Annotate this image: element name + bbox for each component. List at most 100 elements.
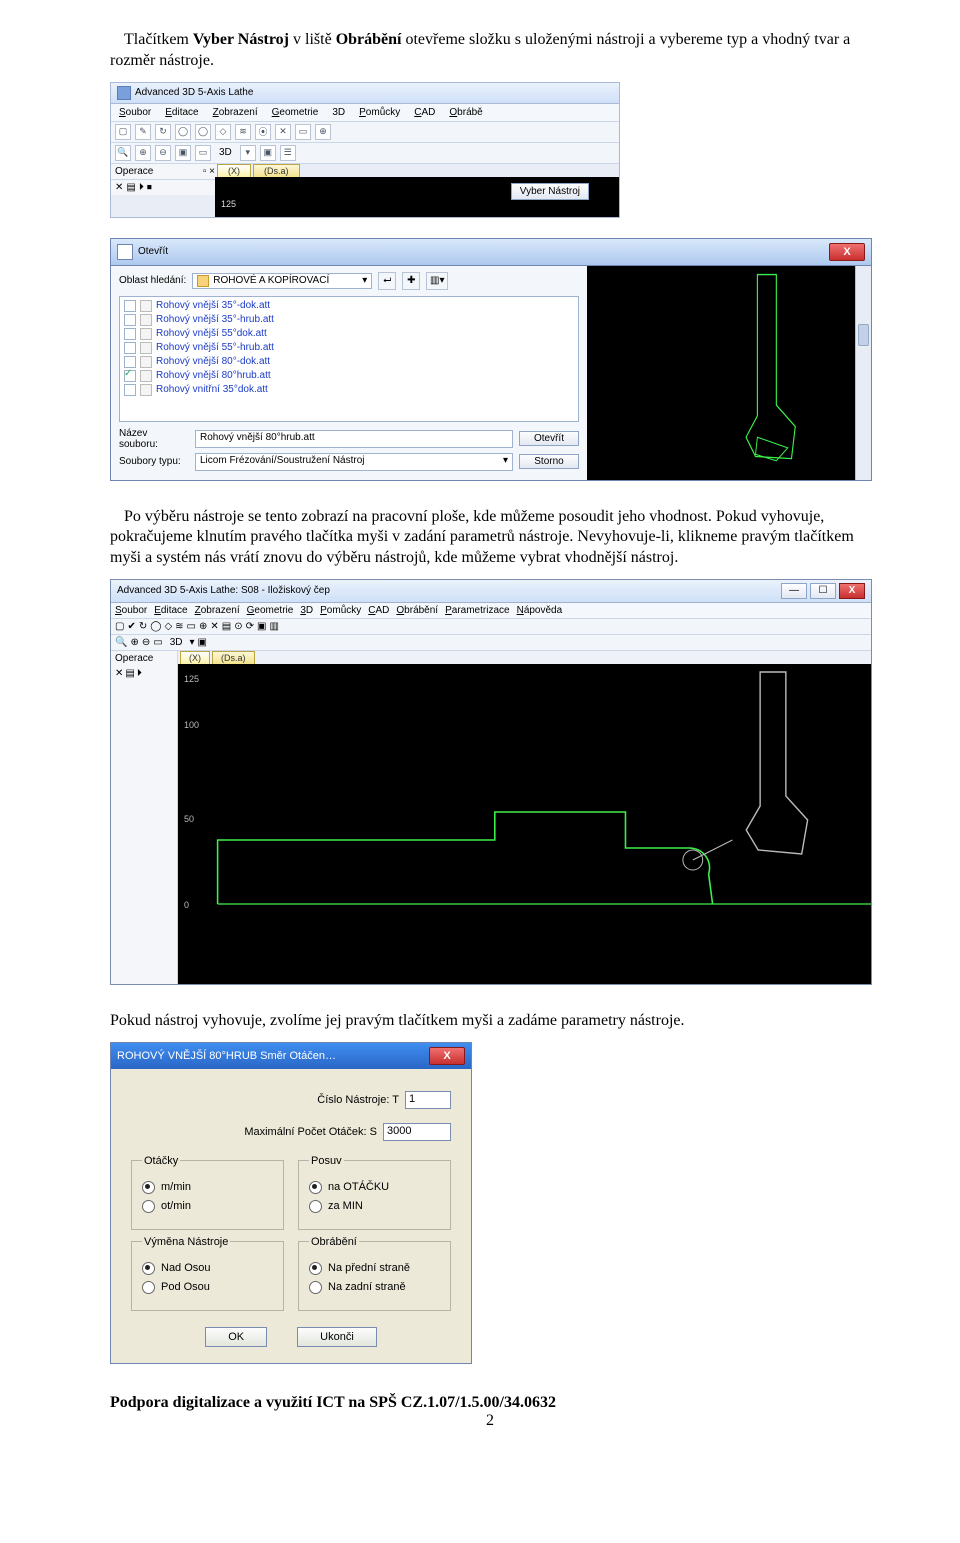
cancel-button[interactable]: Storno xyxy=(519,454,579,469)
radio-za-min[interactable]: za MIN xyxy=(309,1200,440,1213)
tool-icon[interactable]: ▢ xyxy=(115,124,131,140)
tool-icon[interactable]: ⊖ xyxy=(155,145,171,161)
tool-icon[interactable]: ▭ xyxy=(295,124,311,140)
tool-icon[interactable]: ▭ xyxy=(153,637,162,648)
tool-icon[interactable]: ▢ xyxy=(115,621,124,632)
file-list[interactable]: Rohový vnější 35°-dok.att Rohový vnější … xyxy=(119,296,579,422)
radio-zadni[interactable]: Na zadní straně xyxy=(309,1281,440,1294)
close-button[interactable]: X xyxy=(829,243,865,261)
tool-icon[interactable]: ↻ xyxy=(139,621,147,632)
menu-item[interactable]: 3D xyxy=(300,605,313,616)
new-folder-icon[interactable]: ✚ xyxy=(402,272,420,290)
tab-dsa[interactable]: (Ds.a) xyxy=(212,651,255,664)
tool-icon[interactable]: ▣ xyxy=(198,637,207,648)
menu-item[interactable]: Parametrizace xyxy=(445,605,509,616)
tool-icon[interactable]: ▭ xyxy=(187,621,196,632)
tab-x[interactable]: (X) xyxy=(217,164,251,177)
tool-icon[interactable]: ◇ xyxy=(164,621,172,632)
tool-icon[interactable]: ✕ xyxy=(210,621,218,632)
menu-bar[interactable]: Soubor Editace Zobrazení Geometrie 3D Po… xyxy=(111,104,619,122)
ok-button[interactable]: OK xyxy=(205,1327,267,1347)
filename-input[interactable]: Rohový vnější 80°hrub.att xyxy=(195,430,513,448)
tool-icon[interactable]: ▾ xyxy=(189,637,194,648)
tool-icon[interactable]: ◯ xyxy=(150,621,161,632)
menu-zobrazeni[interactable]: Zobrazení xyxy=(209,106,262,119)
viewport[interactable]: 125 100 50 0 xyxy=(178,664,871,984)
close-button[interactable]: X xyxy=(839,583,865,599)
op-icon[interactable]: ✕ xyxy=(115,182,123,193)
tool-number-input[interactable]: 1 xyxy=(405,1091,451,1109)
filetype-combo[interactable]: Licom Frézování/Soustružení Nástroj▾ xyxy=(195,453,513,471)
op-icon[interactable]: ⏹ xyxy=(147,182,152,193)
tool-icon[interactable]: ⟳ xyxy=(246,621,254,632)
preview-scrollbar[interactable] xyxy=(855,266,871,480)
zoom-icon[interactable]: 🔍 xyxy=(115,145,131,161)
checkbox[interactable] xyxy=(124,328,136,340)
open-button[interactable]: Otevřít xyxy=(519,431,579,446)
tool-icon[interactable]: ▤ xyxy=(222,621,231,632)
tab-dsa[interactable]: (Ds.a) xyxy=(253,164,300,177)
menu-item[interactable]: Geometrie xyxy=(247,605,294,616)
tool-icon[interactable]: ⊕ xyxy=(199,621,207,632)
max-rpm-input[interactable]: 3000 xyxy=(383,1123,451,1141)
radio-nad-osou[interactable]: Nad Osou xyxy=(142,1262,273,1275)
menu-item[interactable]: CAD xyxy=(368,605,389,616)
up-folder-icon[interactable]: ⮠ xyxy=(378,272,396,290)
menu-item[interactable]: Obrábění xyxy=(396,605,438,616)
radio-na-otacku[interactable]: na OTÁČKU xyxy=(309,1181,440,1194)
folder-combo[interactable]: ROHOVÉ A KOPÍROVACÍ ▾ xyxy=(192,273,372,289)
tool-icon[interactable]: ▾ xyxy=(240,145,256,161)
op-icon[interactable]: ⏵ xyxy=(139,182,144,193)
tool-icon[interactable]: ≋ xyxy=(175,621,183,632)
tool-icon[interactable]: ⦿ xyxy=(255,124,271,140)
menu-geometrie[interactable]: Geometrie xyxy=(268,106,323,119)
tool-icon[interactable]: ◯ xyxy=(175,124,191,140)
menu-item[interactable]: Editace xyxy=(154,605,187,616)
tool-icon[interactable]: ▣ xyxy=(175,145,191,161)
tool-icon[interactable]: ▥ xyxy=(269,621,278,632)
maximize-button[interactable]: ☐ xyxy=(810,583,836,599)
cancel-button[interactable]: Ukonči xyxy=(297,1327,377,1347)
tool-icon[interactable]: ☰ xyxy=(280,145,296,161)
op-icon[interactable]: ▤ xyxy=(125,668,134,679)
tool-icon[interactable]: ≋ xyxy=(235,124,251,140)
view-icon[interactable]: ▥▾ xyxy=(426,272,448,290)
minimize-button[interactable]: — xyxy=(781,583,807,599)
menu-soubor[interactable]: Soubor xyxy=(115,106,155,119)
radio-pod-osou[interactable]: Pod Osou xyxy=(142,1281,273,1294)
tool-icon[interactable]: ◯ xyxy=(195,124,211,140)
checkbox[interactable] xyxy=(124,314,136,326)
checkbox[interactable] xyxy=(124,300,136,312)
tool-icon[interactable]: ▣ xyxy=(260,145,276,161)
tool-icon[interactable]: ✔ xyxy=(127,621,135,632)
tool-icon[interactable]: ⊕ xyxy=(315,124,331,140)
tool-icon[interactable]: ▣ xyxy=(257,621,266,632)
menu-item[interactable]: Soubor xyxy=(115,605,147,616)
tool-icon[interactable]: ⊖ xyxy=(142,637,150,648)
tool-icon[interactable]: ✕ xyxy=(275,124,291,140)
tool-icon[interactable]: ✎ xyxy=(135,124,151,140)
checkbox[interactable] xyxy=(124,356,136,368)
pick-tool-button[interactable]: Vyber Nástroj xyxy=(511,183,589,200)
menu-item[interactable]: Zobrazení xyxy=(195,605,240,616)
viewport[interactable]: 125 Vyber Nástroj xyxy=(215,177,619,217)
radio-ot-min[interactable]: ot/min xyxy=(142,1200,273,1213)
tool-icon[interactable]: ↻ xyxy=(155,124,171,140)
menu-3d[interactable]: 3D xyxy=(328,106,349,119)
zoom-icon[interactable]: 🔍 xyxy=(115,637,127,648)
menu-pomucky[interactable]: Pomůcky xyxy=(355,106,404,119)
tool-icon[interactable]: ◇ xyxy=(215,124,231,140)
close-button[interactable]: X xyxy=(429,1047,465,1065)
op-icon[interactable]: ✕ xyxy=(115,668,123,679)
tool-icon[interactable]: ⊕ xyxy=(130,637,138,648)
tool-icon[interactable]: ⊕ xyxy=(135,145,151,161)
op-icon[interactable]: ▤ xyxy=(126,182,135,193)
tab-x[interactable]: (X) xyxy=(180,651,210,664)
tool-icon[interactable]: ▭ xyxy=(195,145,211,161)
radio-predni[interactable]: Na přední straně xyxy=(309,1262,440,1275)
menu-bar[interactable]: Soubor Editace Zobrazení Geometrie 3D Po… xyxy=(111,603,871,619)
checkbox[interactable] xyxy=(124,370,136,382)
checkbox[interactable] xyxy=(124,342,136,354)
tool-icon[interactable]: ⊙ xyxy=(234,621,242,632)
checkbox[interactable] xyxy=(124,384,136,396)
